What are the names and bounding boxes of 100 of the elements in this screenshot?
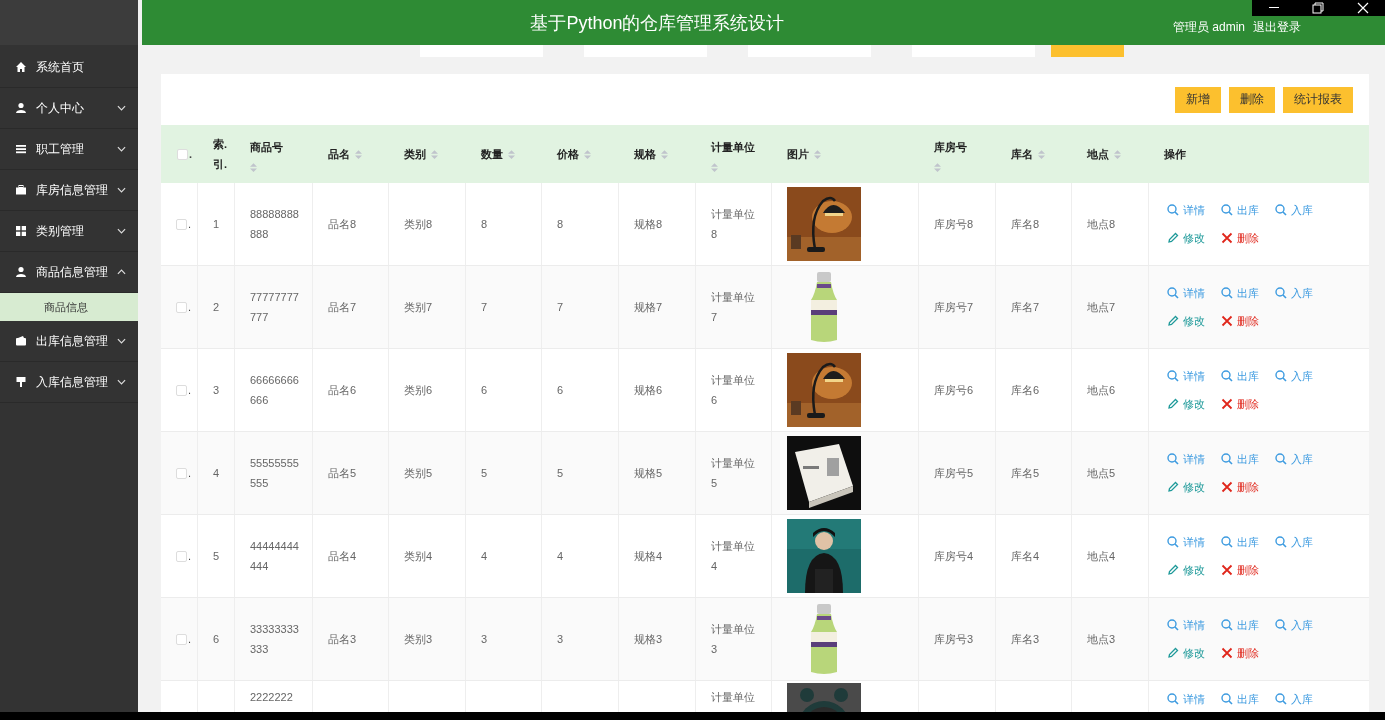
sort-icon[interactable]: [1114, 149, 1121, 159]
sort-icon[interactable]: [431, 149, 438, 159]
action-link[interactable]: 详情: [1167, 283, 1221, 303]
column-header: 地点: [1087, 147, 1109, 162]
action-link[interactable]: 修改: [1167, 477, 1221, 497]
pencil-icon: [1167, 398, 1179, 410]
briefcase-icon: [15, 184, 27, 196]
menu-item[interactable]: 入库信息管理: [0, 362, 138, 403]
submenu-item[interactable]: 商品信息: [0, 293, 138, 321]
action-link[interactable]: 详情: [1167, 532, 1221, 552]
menu-item[interactable]: 系统首页: [0, 47, 138, 88]
action-link[interactable]: 出库: [1221, 283, 1275, 303]
column-header: 类别: [404, 147, 426, 162]
action-link[interactable]: 删除: [1221, 560, 1275, 580]
action-link[interactable]: 详情: [1167, 200, 1221, 220]
sort-icon[interactable]: [711, 162, 718, 172]
action-link[interactable]: 出库: [1221, 366, 1275, 386]
restore-icon[interactable]: [1312, 2, 1325, 14]
table-cell-text: 库名3: [1011, 632, 1040, 647]
sort-icon[interactable]: [934, 162, 941, 172]
toolbar-button[interactable]: 删除: [1229, 86, 1275, 113]
table-cell-text: 计量单位6: [711, 373, 756, 408]
action-link[interactable]: 入库: [1275, 689, 1329, 709]
close-icon[interactable]: [1356, 2, 1369, 14]
pencil-icon: [1167, 647, 1179, 659]
row-checkbox[interactable]: [176, 384, 187, 396]
sort-icon[interactable]: [250, 162, 257, 172]
action-link[interactable]: 删除: [1221, 311, 1275, 331]
action-link[interactable]: 删除: [1221, 228, 1275, 248]
action-link[interactable]: 入库: [1275, 532, 1329, 552]
user-icon: [15, 102, 27, 114]
action-link[interactable]: 出库: [1221, 532, 1275, 552]
action-link[interactable]: 修改: [1167, 643, 1221, 663]
action-link[interactable]: 入库: [1275, 200, 1329, 220]
action-link[interactable]: 详情: [1167, 366, 1221, 386]
table-cell-text: 8: [481, 217, 488, 232]
action-link[interactable]: 删除: [1221, 477, 1275, 497]
action-link[interactable]: 详情: [1167, 689, 1221, 709]
action-link[interactable]: 详情: [1167, 449, 1221, 469]
action-link[interactable]: 修改: [1167, 228, 1221, 248]
sort-icon[interactable]: [814, 149, 821, 159]
action-link[interactable]: 入库: [1275, 366, 1329, 386]
action-link[interactable]: 出库: [1221, 689, 1275, 709]
table-cell-text: 规格7: [634, 300, 663, 315]
table-cell-text: 4: [213, 466, 220, 481]
sort-icon[interactable]: [508, 149, 515, 159]
search-field[interactable]: [584, 45, 707, 57]
table-cell-text: 6: [557, 383, 564, 398]
search-icon: [1275, 204, 1287, 216]
action-link[interactable]: 修改: [1167, 394, 1221, 414]
table-cell-text: 7: [557, 300, 564, 315]
menu-item[interactable]: 个人中心: [0, 88, 138, 129]
sort-icon[interactable]: [584, 149, 591, 159]
action-link[interactable]: 出库: [1221, 200, 1275, 220]
search-button[interactable]: [1051, 45, 1124, 57]
table-cell-text: 地点3: [1087, 632, 1116, 647]
search-icon: [1275, 693, 1287, 705]
row-checkbox[interactable]: [176, 550, 187, 562]
table-cell-text: 7: [481, 300, 488, 315]
search-icon: [1275, 619, 1287, 631]
table-cell-text: 2222222: [250, 690, 294, 705]
sort-icon[interactable]: [1038, 149, 1045, 159]
menu-item[interactable]: 类别管理: [0, 211, 138, 252]
row-checkbox[interactable]: [176, 301, 187, 313]
action-link[interactable]: 删除: [1221, 643, 1275, 663]
pencil-icon: [1167, 481, 1179, 493]
search-field[interactable]: [912, 45, 1035, 57]
search-icon: [1221, 619, 1233, 631]
action-link[interactable]: 入库: [1275, 615, 1329, 635]
action-link[interactable]: 入库: [1275, 449, 1329, 469]
sort-icon[interactable]: [661, 149, 668, 159]
toolbar-button[interactable]: 统计报表: [1283, 86, 1353, 113]
row-checkbox[interactable]: [176, 467, 187, 479]
action-link[interactable]: 修改: [1167, 311, 1221, 331]
search-field[interactable]: [420, 45, 543, 57]
action-link[interactable]: 入库: [1275, 283, 1329, 303]
row-checkbox[interactable]: [176, 218, 187, 230]
close-icon: [1221, 232, 1233, 244]
action-link[interactable]: 删除: [1221, 394, 1275, 414]
table-cell-text: 类别6: [404, 383, 433, 398]
table-cell-text: 类别3: [404, 632, 433, 647]
search-field[interactable]: [748, 45, 871, 57]
action-link[interactable]: 修改: [1167, 560, 1221, 580]
menu-item[interactable]: 出库信息管理: [0, 321, 138, 362]
action-link[interactable]: 出库: [1221, 449, 1275, 469]
select-all-checkbox[interactable]: [177, 148, 188, 160]
sort-icon[interactable]: [355, 149, 362, 159]
table-cell-text: 5: [481, 466, 488, 481]
row-checkbox[interactable]: [176, 633, 187, 645]
toolbar-button[interactable]: 新增: [1175, 86, 1221, 113]
column-header: 计量单位: [711, 139, 755, 155]
action-link[interactable]: 详情: [1167, 615, 1221, 635]
menu-item[interactable]: 库房信息管理: [0, 170, 138, 211]
logout-link[interactable]: 退出登录: [1253, 19, 1301, 36]
action-link[interactable]: 出库: [1221, 615, 1275, 635]
search-icon: [1221, 287, 1233, 299]
grid-icon: [15, 225, 27, 237]
table-cell-text: 规格4: [634, 549, 663, 564]
table-cell-text: 规格3: [634, 632, 663, 647]
menu-item[interactable]: 职工管理: [0, 129, 138, 170]
